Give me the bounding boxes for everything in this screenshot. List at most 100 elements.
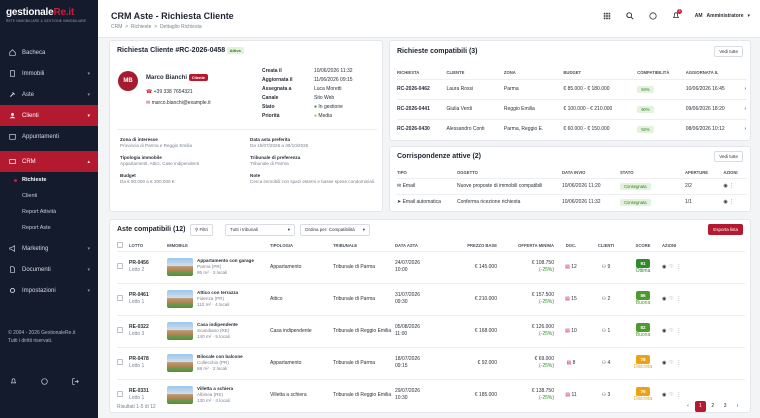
more-icon[interactable]: ⋮ (676, 360, 681, 366)
heart-icon[interactable]: ♡ (669, 392, 673, 398)
breadcrumb-richieste[interactable]: Richieste (131, 24, 152, 30)
cell: € 145.000 (474, 264, 497, 270)
logout-icon[interactable] (72, 378, 79, 387)
sidebar-item-bacheca[interactable]: Bacheca (0, 42, 98, 63)
export-button[interactable]: Esporta lista (708, 224, 743, 235)
page-2[interactable]: 2 (707, 401, 718, 412)
cell: Buona (635, 332, 651, 338)
table-row[interactable]: RE-0322 Lotto 3 Casa indipendente Scandiano… (117, 315, 745, 347)
cell: € 69.000 (-25%) (497, 347, 554, 379)
breadcrumb: CRM > Richieste > Dettaglio Richiesta (111, 24, 202, 30)
tribunali-select[interactable]: Tutti i tribunali ▾ (225, 224, 295, 236)
property-thumbnail[interactable] (167, 290, 193, 308)
more-icon[interactable]: ⋮ (676, 328, 681, 334)
sidebar-item-clienti[interactable]: Clienti ▾ (0, 105, 98, 126)
cell: 09:15 (395, 363, 408, 369)
more-icon[interactable]: ⋮ (676, 264, 681, 270)
table-row[interactable]: RC-2026-0441 Giulia Verdi Reggio Emilia € 1… (397, 99, 747, 119)
view-all-compat-button[interactable]: Vedi tutte (714, 46, 743, 57)
sidebar-item-immobili[interactable]: Immobili ▾ (0, 63, 98, 84)
cell: Casa indipendente Scandiano (RE) 140 m² · … (167, 322, 270, 340)
cell: ⚇ 9 (588, 251, 624, 283)
sidebar-item-marketing[interactable]: Marketing ▾ (0, 238, 98, 259)
eye-icon[interactable]: ◉ (662, 264, 666, 270)
eye-icon[interactable]: ◉ (662, 328, 666, 334)
pagination: ‹ 1 2 3 › (682, 401, 743, 412)
property-thumbnail[interactable] (167, 386, 193, 405)
help-icon[interactable] (649, 12, 657, 22)
next-page[interactable]: › (732, 401, 743, 412)
cell: RE-0322 (129, 324, 149, 330)
row-checkbox[interactable] (117, 295, 123, 301)
cell: € 138.750 (-25%) (497, 379, 554, 411)
cell: ▤ 11 (554, 379, 588, 411)
calendar-icon (8, 133, 16, 141)
property-thumbnail[interactable] (167, 258, 193, 276)
more-icon[interactable]: ⋮ (676, 296, 681, 302)
heart-icon[interactable]: ♡ (669, 360, 673, 366)
heart-icon[interactable]: ♡ (669, 328, 673, 334)
page-3[interactable]: 3 (720, 401, 731, 412)
cell: 8 (572, 360, 576, 366)
table-row[interactable]: ✉ Email Nuove proposte di immobili compat… (397, 178, 747, 194)
cell: RE-0331 (129, 388, 149, 395)
eye-icon[interactable]: ◉ (662, 296, 666, 302)
search-icon[interactable] (626, 12, 634, 22)
page-1[interactable]: 1 (694, 401, 706, 412)
property-thumbnail[interactable] (167, 354, 193, 372)
filter-button[interactable]: ⚲ Filtri (190, 224, 214, 236)
users-icon: ⚇ (601, 296, 607, 302)
eye-icon[interactable]: ◉ (723, 199, 727, 205)
cell: ▤ 15 (554, 283, 588, 315)
row-checkbox[interactable] (117, 391, 123, 398)
eye-icon[interactable]: ◉ (723, 183, 727, 189)
table-row[interactable]: RE-0331 Lotto 1 Villetta a schiera Albinea … (117, 379, 745, 411)
cell: € 108.750 (-25%) (497, 251, 554, 283)
table-row[interactable]: PR-0456 Lotto 2 Appartamento con garage Par… (117, 251, 745, 283)
prev-page[interactable]: ‹ (682, 401, 693, 412)
cell: ▤ 12 (554, 251, 588, 283)
sidebar-item-crm[interactable]: CRM ▴ (0, 151, 98, 172)
sidebar-footer: © 2004 - 2026 GestionaleRe.it Tutti i dir… (8, 330, 76, 344)
sidebar-sub-clienti[interactable]: Clienti (0, 188, 98, 204)
property-thumbnail[interactable] (167, 322, 193, 340)
apps-grid-icon[interactable] (603, 12, 611, 22)
user-menu[interactable]: AM Amministratore ▾ (695, 13, 750, 19)
table-row[interactable]: ➤ Email automatica Conferma ricezione ric… (397, 194, 747, 210)
request-card: Richiesta Cliente #RC-2026-0458 Attiva M… (109, 40, 383, 212)
sidebar-item-appuntamenti[interactable]: Appuntamenti (0, 126, 98, 147)
auctions-card: Aste compatibili (12) ⚲ Filtri Tutti i t… (109, 219, 751, 413)
help-icon[interactable] (41, 378, 48, 387)
sidebar-sub-richieste[interactable]: Richieste (0, 172, 98, 188)
select-all-checkbox[interactable] (117, 241, 123, 248)
eye-icon[interactable]: ◉ (662, 360, 666, 366)
sidebar-item-aste[interactable]: Aste ▾ (0, 84, 98, 105)
phone-icon: ☎ (146, 89, 153, 95)
row-checkbox[interactable] (117, 263, 123, 269)
row-checkbox[interactable] (117, 327, 123, 333)
sidebar-item-impostazioni[interactable]: Impostazioni ▾ (0, 280, 98, 301)
sidebar-sub-report-attivita[interactable]: Report Attività (0, 204, 98, 220)
cell: Bilocale con balcone Collecchio (PR) 68 m²… (197, 354, 243, 372)
table-row[interactable]: RC-2026-0462 Laura Rossi Parma € 85.000 - €… (397, 79, 747, 99)
row-checkbox[interactable] (117, 359, 123, 365)
cell: € 92.000 (477, 360, 497, 366)
cell: Bilocale con balcone (197, 354, 243, 359)
notification-icon[interactable]: 3 (672, 9, 682, 22)
cell: Lotto 1 (129, 363, 145, 369)
table-row[interactable]: PR-0478 Lotto 1 Bilocale con balcone Collec… (117, 347, 745, 379)
table-row[interactable]: PR-0461 Lotto 1 Attico con terrazza Fidenza… (117, 283, 745, 315)
sidebar-sub-report-aste[interactable]: Report Aste (0, 220, 98, 236)
cell: Bilocale con balcone Collecchio (PR) 68 m²… (167, 347, 270, 379)
breadcrumb-crm[interactable]: CRM (111, 24, 122, 30)
heart-icon[interactable]: ♡ (669, 264, 673, 270)
heart-icon[interactable]: ♡ (669, 296, 673, 302)
sidebar-item-documenti[interactable]: Documenti ▾ (0, 259, 98, 280)
cell: € 138.750 (531, 388, 554, 395)
view-all-corr-button[interactable]: Vedi tutte (714, 151, 743, 162)
more-icon[interactable]: ⋮ (676, 392, 681, 398)
eye-icon[interactable]: ◉ (662, 392, 666, 398)
order-select[interactable]: Ordina per: Compatibilità ▾ (300, 224, 370, 236)
bell-icon[interactable] (10, 378, 17, 387)
table-row[interactable]: RC-2026-0430 Alessandro Conti Parma, Reggi… (397, 119, 747, 139)
